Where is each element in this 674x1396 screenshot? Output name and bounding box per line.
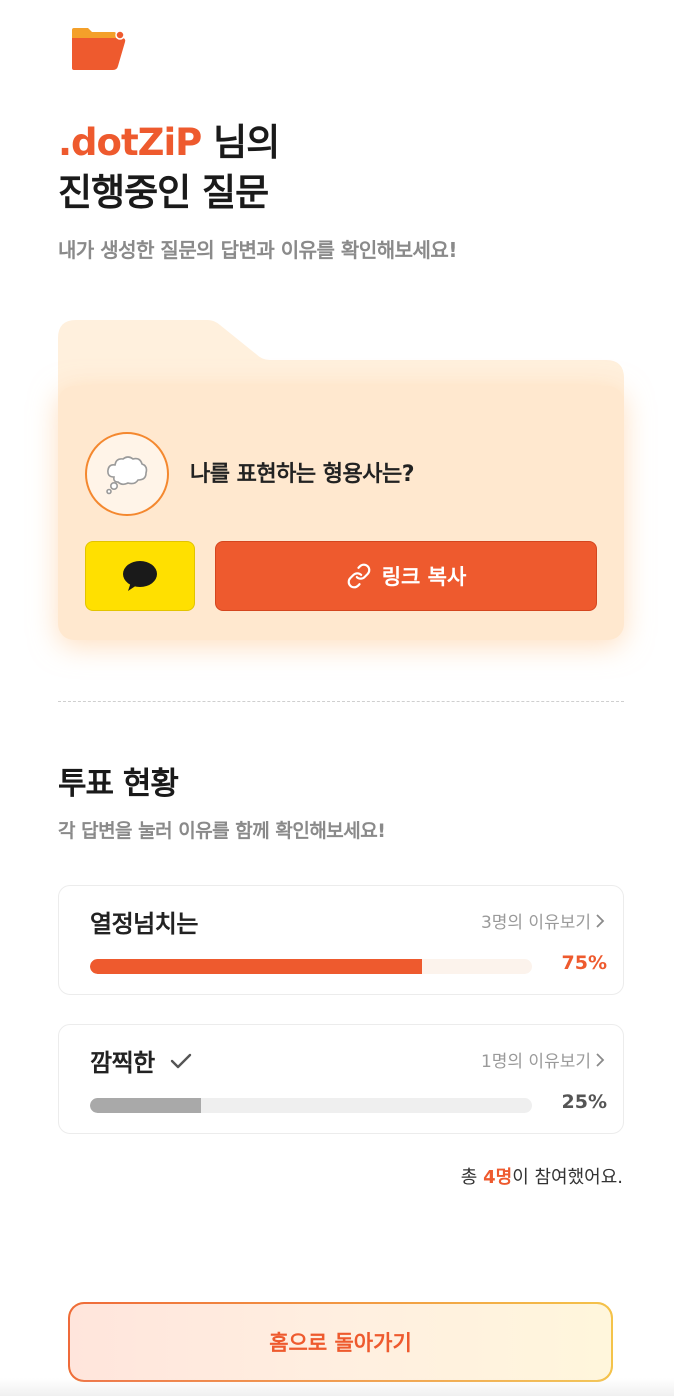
question-card: 나를 표현하는 형용사는? 링크 복사 <box>58 318 624 640</box>
vote-progress-track <box>90 1098 532 1113</box>
check-icon <box>170 1053 191 1068</box>
participant-summary: 총 4명이 참여했어요. <box>461 1163 623 1189</box>
participant-count: 4명 <box>483 1167 513 1188</box>
vote-progress-fill <box>90 1098 201 1113</box>
vote-option-card[interactable]: 열정넘치는 3명의 이유보기 75% <box>58 885 624 995</box>
vote-section-title: 투표 현황 <box>58 766 179 802</box>
go-home-button[interactable]: 홈으로 돌아가기 <box>68 1302 613 1382</box>
page-title: .dotZiP 님의 진행중인 질문 <box>58 118 280 218</box>
vote-option-label: 깜찍한 <box>90 1049 155 1077</box>
go-home-label: 홈으로 돌아가기 <box>269 1331 412 1355</box>
view-reasons-link[interactable]: 1명의 이유보기 <box>481 1047 605 1072</box>
vote-option-label-wrap: 깜찍한 <box>90 1043 193 1078</box>
page-subtitle: 내가 생성한 질문의 답변과 이유를 확인해보세요! <box>58 238 457 262</box>
total-prefix: 총 <box>460 1167 484 1188</box>
view-reasons-label: 3명의 이유보기 <box>480 913 591 933</box>
chevron-right-icon <box>596 913 605 928</box>
thought-bubble-icon <box>85 432 169 516</box>
brand-name: .dotZiP <box>58 121 202 164</box>
vote-percent: 25% <box>561 1091 607 1113</box>
vote-option-card[interactable]: 깜찍한 1명의 이유보기 25% <box>58 1024 624 1134</box>
folder-logo-icon <box>72 28 126 70</box>
page: .dotZiP 님의 진행중인 질문 내가 생성한 질문의 답변과 이유를 확인… <box>0 0 674 1396</box>
title-suffix: 님의 <box>201 121 280 164</box>
question-text: 나를 표현하는 형용사는? <box>190 462 414 487</box>
vote-section-subtitle: 각 답변을 눌러 이유를 함께 확인해보세요! <box>58 820 386 842</box>
vote-option-label: 열정넘치는 <box>90 910 198 938</box>
vote-percent: 75% <box>561 952 607 974</box>
view-reasons-link[interactable]: 3명의 이유보기 <box>481 908 605 933</box>
view-reasons-label: 1명의 이유보기 <box>480 1052 591 1072</box>
section-divider <box>58 701 624 702</box>
title-line2: 진행중인 질문 <box>58 171 269 214</box>
kakao-share-button[interactable] <box>85 541 195 611</box>
question-card-body: 나를 표현하는 형용사는? 링크 복사 <box>58 386 624 640</box>
link-icon <box>347 563 371 589</box>
kakao-chat-icon <box>123 561 157 591</box>
chevron-right-icon <box>596 1052 605 1067</box>
copy-link-button[interactable]: 링크 복사 <box>215 541 597 611</box>
vote-progress-track <box>90 959 532 974</box>
bottom-shade <box>0 1378 674 1396</box>
copy-link-label: 링크 복사 <box>381 565 467 589</box>
total-suffix: 이 참여했어요. <box>512 1167 623 1188</box>
vote-option-label-wrap: 열정넘치는 <box>90 904 198 939</box>
vote-progress-fill <box>90 959 422 974</box>
